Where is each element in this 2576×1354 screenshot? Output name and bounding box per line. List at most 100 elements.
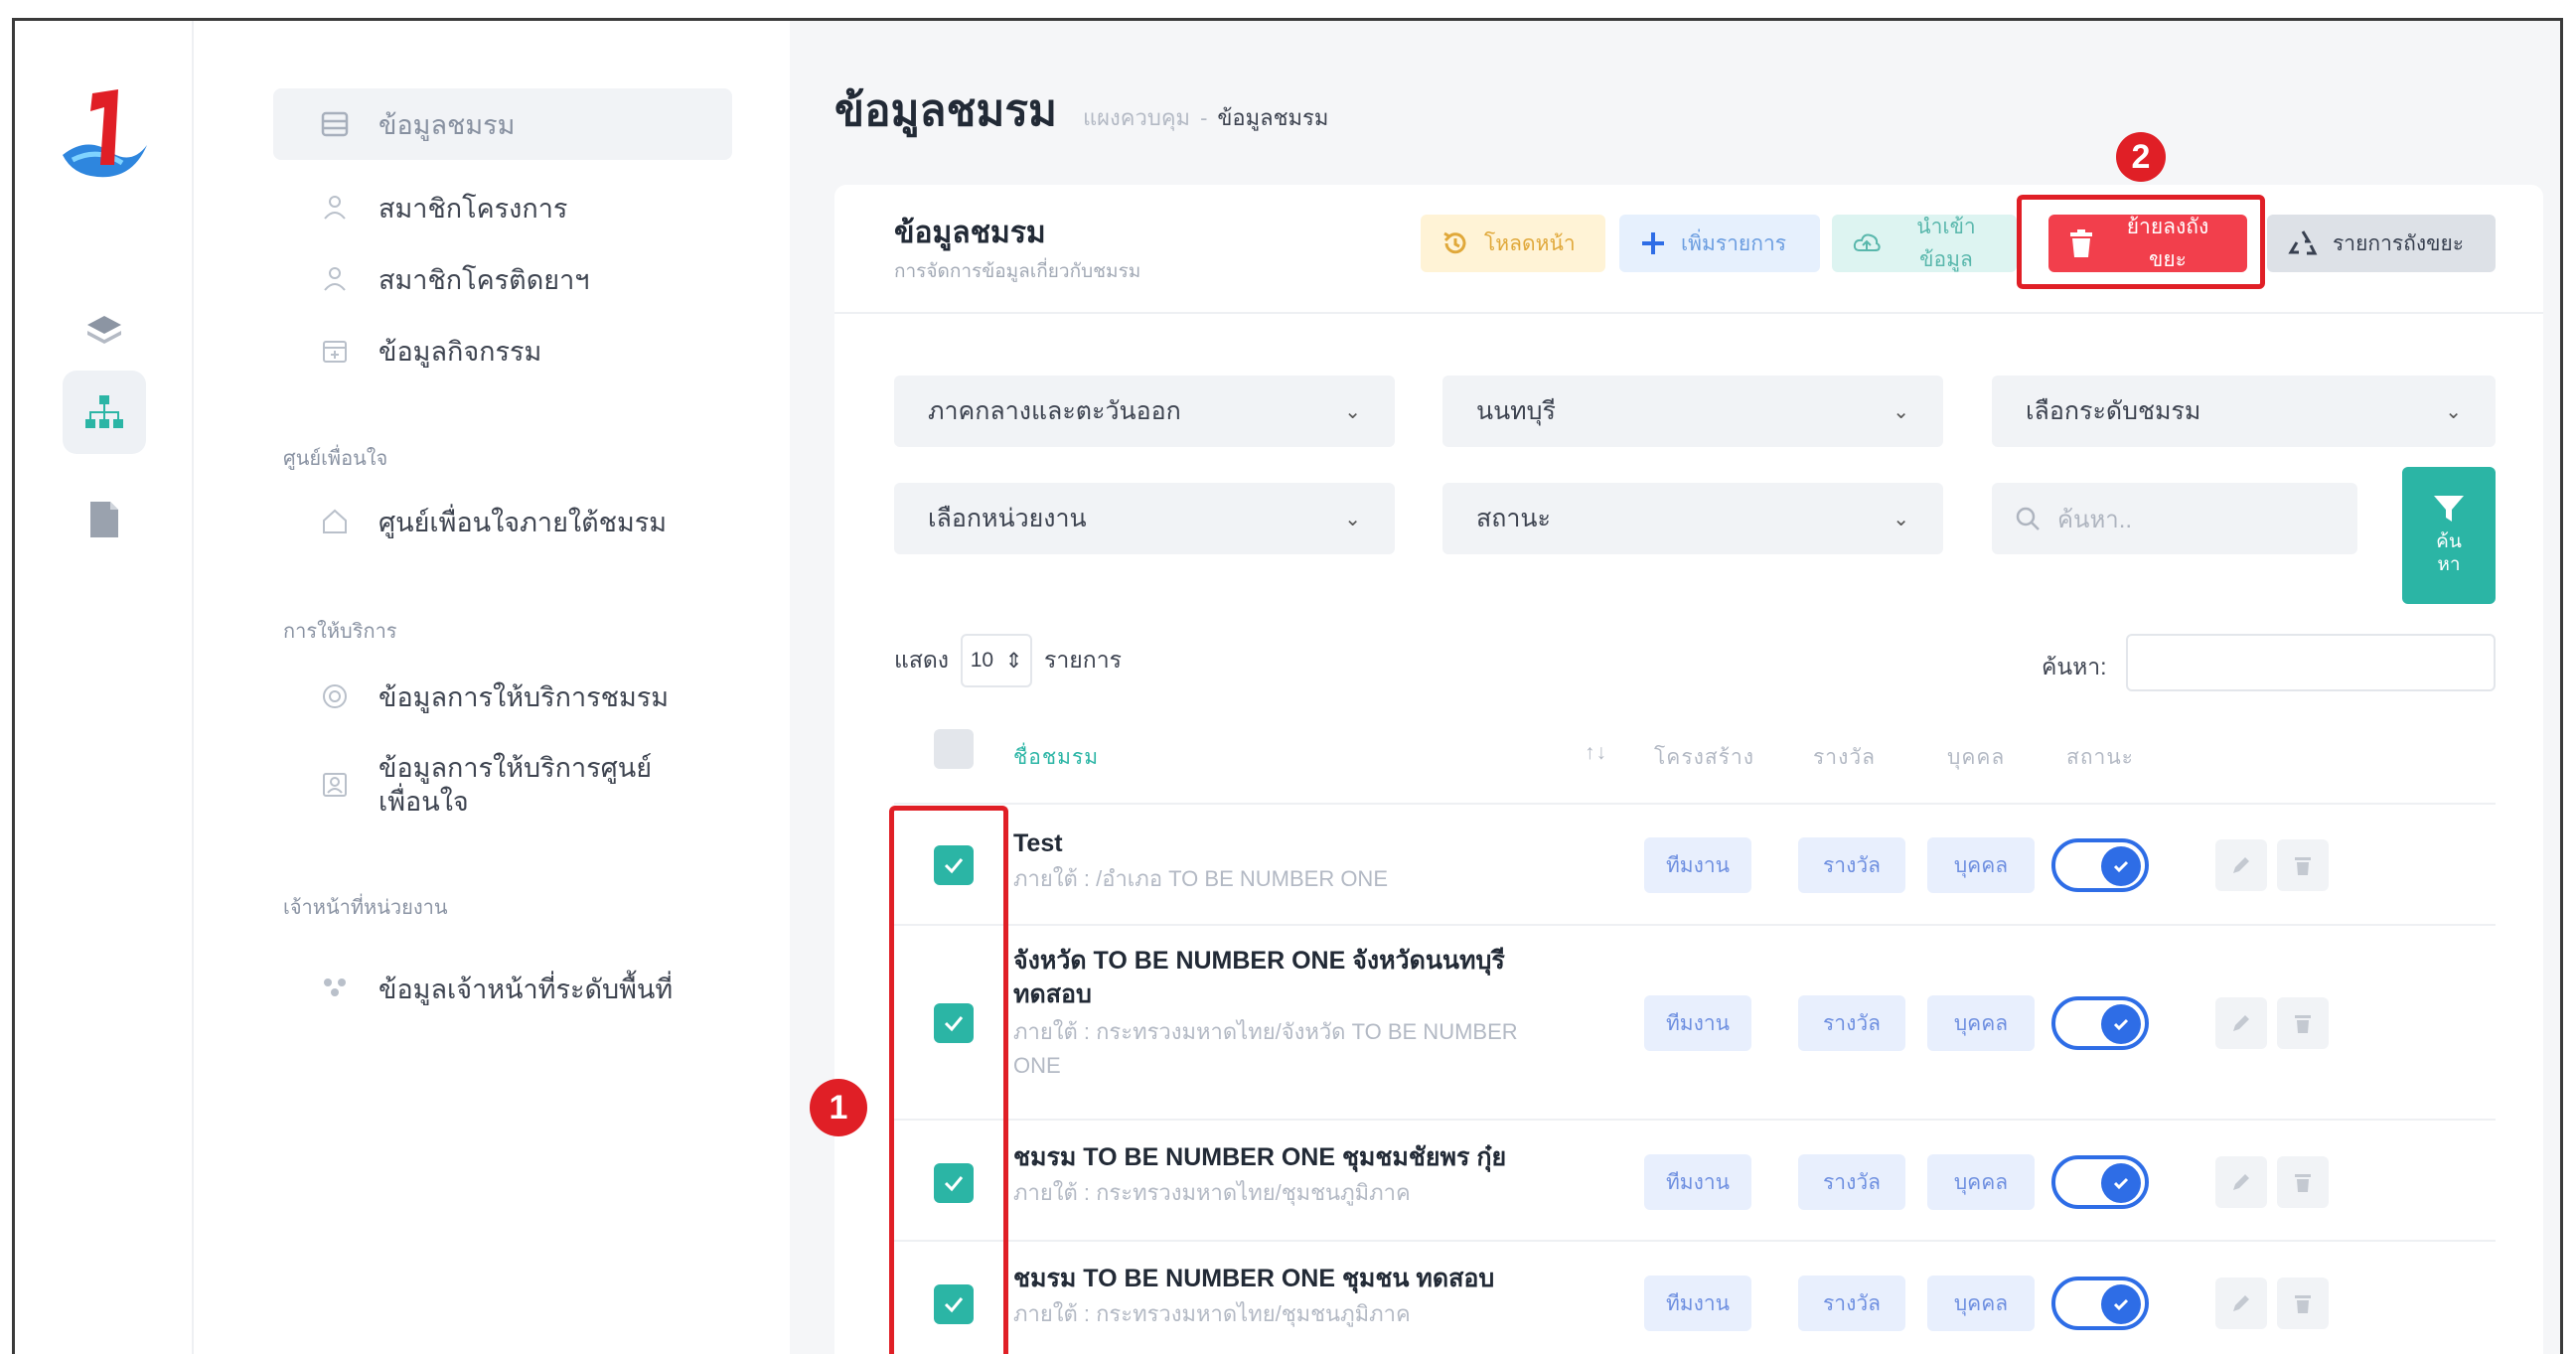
id-card-icon	[313, 763, 357, 807]
region-select[interactable]: ภาคกลางและตะวันออก ⌄	[894, 376, 1395, 447]
trash-list-button[interactable]: รายการถังขยะ	[2267, 215, 2496, 272]
person-button[interactable]: บุคคล	[1927, 837, 2035, 893]
delete-button[interactable]	[2277, 839, 2329, 891]
sidebar-item-club-services[interactable]: ข้อมูลการให้บริการชมรม	[273, 675, 732, 718]
check-icon	[2101, 1004, 2141, 1044]
delete-button[interactable]	[2277, 1156, 2329, 1208]
main-content: ข้อมูลชมรม แผงควบคุม - ข้อมูลชมรม 2 ข้อมูล…	[790, 21, 2560, 1354]
award-button[interactable]: รางวัล	[1798, 1276, 1905, 1331]
club-parent: ภายใต้ : กระทรวงมหาดไทย/ชุมชนภูมิภาค	[1013, 1180, 1411, 1205]
delete-button[interactable]	[2277, 997, 2329, 1049]
select-all-checkbox[interactable]	[934, 729, 974, 769]
person-button[interactable]: บุคคล	[1927, 995, 2035, 1051]
award-button[interactable]: รางวัล	[1798, 1154, 1905, 1210]
rail-sitemap-button[interactable]	[63, 371, 146, 454]
card-title: ข้อมูลชมรม	[894, 217, 1046, 249]
award-button[interactable]: รางวัล	[1798, 995, 1905, 1051]
trash-list-label: รายการถังขยะ	[2333, 231, 2465, 255]
province-value: นนทบุรี	[1476, 397, 1556, 425]
province-select[interactable]: นนทบุรี ⌄	[1442, 376, 1943, 447]
status-toggle[interactable]	[2051, 1277, 2149, 1330]
chevron-down-icon: ⌄	[1893, 400, 1909, 423]
annotation-marker-1: 1	[810, 1079, 867, 1136]
sidebar-item-label: ข้อมูลชมรม	[379, 109, 516, 140]
breadcrumb-separator: -	[1200, 105, 1208, 130]
edit-button[interactable]	[2215, 1278, 2267, 1329]
structure-button[interactable]: ทีมงาน	[1644, 1154, 1751, 1210]
rail-document-button[interactable]	[63, 478, 146, 561]
entries-label: รายการ	[1044, 647, 1122, 673]
club-parent: ภายใต้ : /อำเภอ TO BE NUMBER ONE	[1013, 866, 1388, 891]
status-toggle[interactable]	[2051, 838, 2149, 892]
chevron-down-icon: ⌄	[2445, 400, 2462, 423]
status-toggle[interactable]	[2051, 1155, 2149, 1209]
sidebar-item-friend-center[interactable]: ศูนย์เพื่อนใจภายใต้ชมรม	[273, 500, 732, 543]
person-button[interactable]: บุคคล	[1927, 1154, 2035, 1210]
club-parent-line2: ONE	[1013, 1053, 1061, 1078]
sitemap-icon	[85, 395, 123, 428]
sidebar-item-activities[interactable]: ข้อมูลกิจกรรม	[273, 329, 732, 373]
club-name-line2: ทดสอบ	[1013, 980, 1092, 1008]
sidebar-item-label: ข้อมูลเจ้าหน้าที่ระดับพื้นที่	[379, 974, 674, 1004]
table-search-input[interactable]	[2126, 634, 2496, 691]
search-icon	[2014, 505, 2042, 532]
sidebar-item-label: ศูนย์เพื่อนใจภายใต้ชมรม	[379, 507, 668, 537]
structure-button[interactable]: ทีมงาน	[1644, 1276, 1751, 1331]
edit-button[interactable]	[2215, 839, 2267, 891]
recycle-icon	[2287, 228, 2319, 258]
check-icon	[2101, 1163, 2141, 1203]
home-icon	[313, 500, 357, 543]
page-size-select[interactable]: 10 ⇕	[961, 634, 1033, 687]
rail-layers-button[interactable]	[63, 289, 146, 373]
show-label: แสดง	[894, 647, 950, 673]
club-name: ชมรม TO BE NUMBER ONE ชุมชมชัยพร กุ๋ย	[1013, 1143, 1507, 1171]
person-button[interactable]: บุคคล	[1927, 1276, 2035, 1331]
database-icon	[313, 102, 357, 146]
sidebar-item-label: สมาชิกโครงการ	[379, 193, 568, 224]
sidebar-item-area-staff[interactable]: ข้อมูลเจ้าหน้าที่ระดับพื้นที่	[273, 967, 732, 1010]
column-header-name[interactable]: ชื่อชมรม	[1013, 741, 1099, 774]
status-select[interactable]: สถานะ ⌄	[1442, 483, 1943, 554]
sidebar-item-label-line2: เพื่อนใจ	[379, 787, 469, 817]
sidebar-item-label: ข้อมูลกิจกรรม	[379, 336, 542, 367]
edit-button[interactable]	[2215, 997, 2267, 1049]
page-header: ข้อมูลชมรม แผงควบคุม - ข้อมูลชมรม	[834, 75, 1328, 145]
staff-icon	[313, 967, 357, 1010]
page-size-control: แสดง 10 ⇕ รายการ	[894, 634, 1122, 687]
filter-search-button[interactable]: ค้น หา	[2402, 467, 2496, 604]
add-item-label: เพิ่มรายการ	[1681, 231, 1787, 255]
breadcrumb-home[interactable]: แผงควบคุม	[1083, 105, 1190, 130]
status-toggle[interactable]	[2051, 996, 2149, 1050]
move-to-trash-label: ย้ายลงถังขยะ	[2126, 216, 2209, 271]
chevron-down-icon: ⌄	[1893, 508, 1909, 530]
filter-search-input[interactable]: ค้นหา..	[1992, 483, 2357, 554]
unit-select[interactable]: เลือกหน่วยงาน ⌄	[894, 483, 1395, 554]
sidebar-item-label: ข้อมูลการให้บริการศูนย์	[379, 753, 653, 783]
breadcrumb-current: ข้อมูลชมรม	[1217, 105, 1329, 130]
sidebar-heading-services: การให้บริการ	[283, 621, 397, 643]
sidebar-item-addict-members[interactable]: สมาชิกโครติดยาฯ	[273, 257, 732, 301]
club-level-value: เลือกระดับชมรม	[2026, 397, 2201, 425]
import-data-label: นำเข้าข้อมูล	[1916, 216, 1976, 271]
column-header-person: บุคคล	[1947, 746, 2006, 769]
sort-icon[interactable]: ↑↓	[1585, 741, 1607, 765]
award-button[interactable]: รางวัล	[1798, 837, 1905, 893]
sidebar-item-center-services[interactable]: ข้อมูลการให้บริการศูนย์ เพื่อนใจ	[273, 750, 732, 820]
document-icon	[90, 502, 118, 537]
add-item-button[interactable]: เพิ่มรายการ	[1619, 215, 1820, 272]
sidebar-item-club-data[interactable]: ข้อมูลชมรม	[273, 88, 732, 160]
structure-button[interactable]: ทีมงาน	[1644, 837, 1751, 893]
move-to-trash-button[interactable]: ย้ายลงถังขยะ	[2048, 215, 2247, 272]
club-level-select[interactable]: เลือกระดับชมรม ⌄	[1992, 376, 2496, 447]
structure-button[interactable]: ทีมงาน	[1644, 995, 1751, 1051]
calendar-icon	[313, 329, 357, 373]
table-row: Test ภายใต้ : /อำเภอ TO BE NUMBER ONE ที…	[834, 805, 2543, 926]
sidebar-heading-friend-center: ศูนย์เพื่อนใจ	[283, 448, 388, 470]
sidebar-item-project-members[interactable]: สมาชิกโครงการ	[273, 186, 732, 229]
sidebar-heading-staff: เจ้าหน้าที่หน่วยงาน	[283, 897, 448, 919]
delete-button[interactable]	[2277, 1278, 2329, 1329]
club-data-card: ข้อมูลชมรม การจัดการข้อมูลเกี่ยวกับชมรม …	[834, 185, 2543, 1354]
import-data-button[interactable]: นำเข้าข้อมูล	[1832, 215, 2017, 272]
reload-button[interactable]: โหลดหน้า	[1421, 215, 1605, 272]
edit-button[interactable]	[2215, 1156, 2267, 1208]
